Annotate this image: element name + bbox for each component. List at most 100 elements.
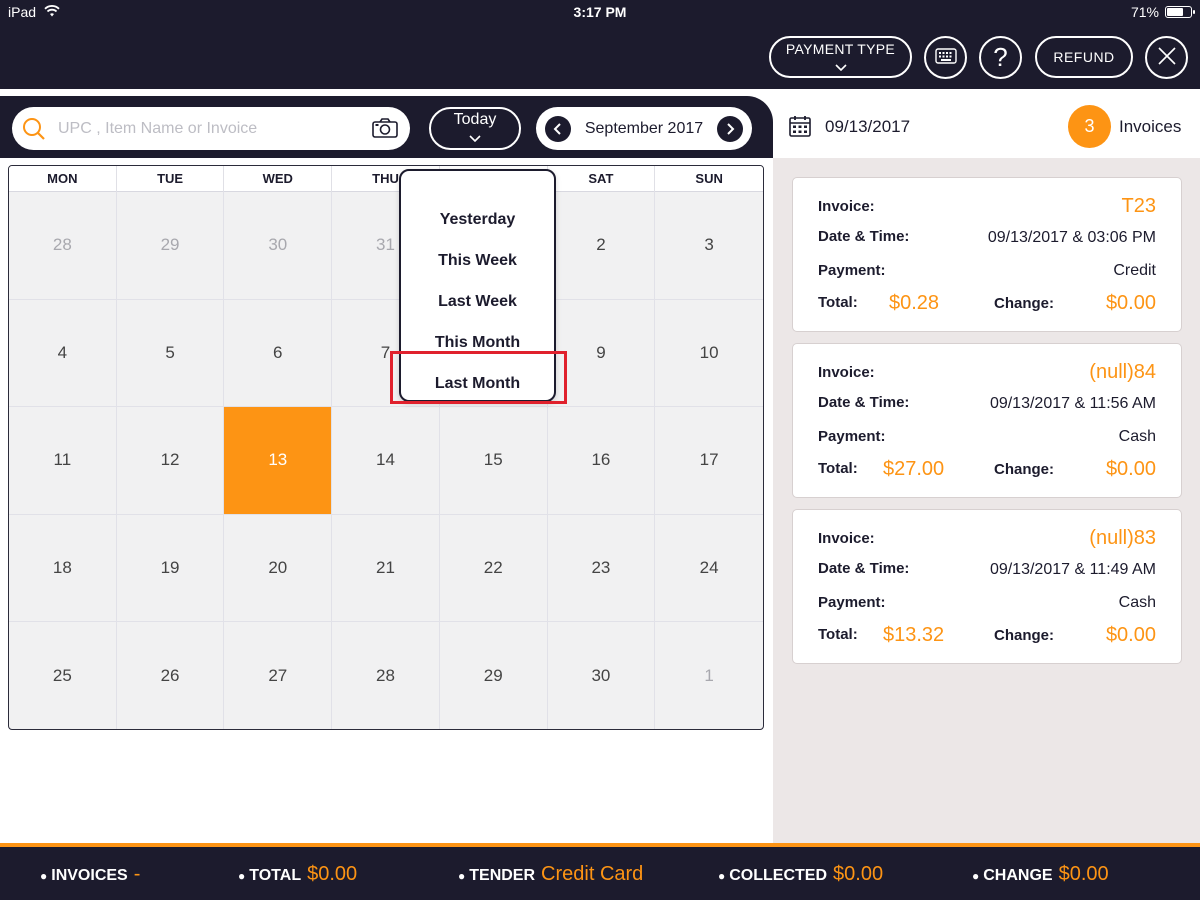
calendar-day[interactable]: 2 [547, 192, 656, 300]
clock: 3:17 PM [573, 4, 627, 20]
battery-percent: 71% [1130, 4, 1159, 20]
weekday-sat: SAT [548, 166, 656, 192]
payment-label: Payment: [818, 428, 886, 445]
invoice-label: Invoice: [818, 364, 875, 381]
total-label: Total: [818, 626, 858, 643]
invoice-count-badge: 3 [1068, 105, 1111, 148]
date-range-button[interactable]: Today [429, 107, 521, 150]
invoice-label: Invoice: [818, 198, 875, 215]
calendar-day[interactable]: 5 [116, 299, 225, 408]
dropdown-item-yesterday[interactable]: Yesterday [401, 199, 554, 240]
calendar-day[interactable]: 12 [116, 407, 225, 515]
payment-label: Payment: [818, 594, 886, 611]
payment-type-button[interactable]: PAYMENT TYPE [769, 36, 912, 78]
calendar-day[interactable]: 15 [439, 407, 548, 515]
selected-date: 09/13/2017 [825, 117, 911, 136]
calendar-day[interactable]: 9 [547, 299, 656, 408]
keyboard-icon [934, 48, 957, 67]
calendar-day[interactable]: 21 [332, 514, 440, 623]
calendar-day[interactable]: 20 [224, 514, 333, 623]
calendar-day[interactable]: 28 [332, 622, 440, 729]
invoice-number: (null)84 [1089, 361, 1156, 383]
search-input[interactable] [58, 107, 358, 150]
invoice-total: $27.00 [883, 458, 945, 480]
calendar-day[interactable]: 29 [116, 192, 225, 300]
summary-total-value: $0.00 [307, 863, 358, 885]
calendar-day[interactable]: 27 [224, 622, 333, 729]
help-button[interactable]: ? [979, 36, 1022, 79]
invoice-number: (null)83 [1089, 527, 1156, 549]
help-label: ? [993, 42, 1008, 72]
calendar-day[interactable]: 11 [9, 407, 117, 515]
search-box[interactable] [12, 107, 410, 150]
calendar-day[interactable]: 30 [547, 622, 656, 729]
invoice-payment: Credit [1113, 262, 1156, 279]
calendar-day[interactable]: 18 [9, 514, 117, 623]
calendar-day[interactable]: 28 [9, 192, 117, 300]
weekday-tue: TUE [117, 166, 225, 192]
invoice-payment: Cash [1118, 428, 1156, 445]
calendar-day[interactable]: 25 [9, 622, 117, 729]
calendar-day-today[interactable]: 13 [224, 407, 333, 515]
calendar-day[interactable]: 3 [655, 192, 763, 300]
invoice-card[interactable]: Invoice: (null)84 Date & Time: 09/13/2017 &… [792, 343, 1182, 498]
camera-icon[interactable] [372, 118, 398, 143]
calendar-day[interactable]: 22 [439, 514, 548, 623]
date-time-label: Date & Time: [818, 394, 910, 411]
calendar-day[interactable]: 19 [116, 514, 225, 623]
month-navigator: September 2017 [536, 107, 752, 150]
invoice-date-time: 09/13/2017 & 11:49 AM [989, 561, 1156, 578]
calendar-day[interactable]: 30 [224, 192, 333, 300]
invoice-date-time: 09/13/2017 & 03:06 PM [987, 229, 1156, 246]
calendar-day[interactable]: 4 [9, 299, 117, 408]
calendar-grid: 2829303112345678910111213141516171819202… [9, 192, 763, 729]
close-button[interactable] [1145, 36, 1188, 79]
calendar-day[interactable]: 24 [655, 515, 763, 623]
invoice-card[interactable]: Invoice: (null)83 Date & Time: 09/13/2017 &… [792, 509, 1182, 664]
summary-invoices: ● INVOICES - [40, 863, 141, 885]
weekday-wed: WED [224, 166, 333, 192]
keyboard-button[interactable] [924, 36, 967, 79]
calendar-day[interactable]: 6 [224, 299, 333, 408]
calendar-day[interactable]: 23 [547, 514, 656, 623]
invoice-number: T23 [1121, 195, 1156, 217]
change-label: Change: [994, 627, 1054, 644]
invoice-card[interactable]: Invoice: T23 Date & Time: 09/13/2017 & 03:0… [792, 177, 1182, 332]
refund-button[interactable]: REFUND [1035, 36, 1133, 78]
summary-bar: ● INVOICES - ● TOTAL $0.00 ● TENDER Cred… [0, 843, 1200, 900]
previous-month-button[interactable] [545, 115, 571, 142]
calendar-day[interactable]: 17 [655, 407, 763, 515]
date-range-label: Today [453, 110, 497, 128]
invoice-payment: Cash [1118, 594, 1156, 611]
battery-icon [1165, 6, 1195, 18]
dropdown-item-last-month[interactable]: Last Month [401, 363, 554, 404]
calendar-day[interactable]: 26 [116, 622, 225, 729]
summary-tender-label: TENDER [469, 867, 536, 884]
summary-change: ● CHANGE $0.00 [972, 863, 1109, 885]
summary-collected: ● COLLECTED $0.00 [718, 863, 884, 885]
calendar-day[interactable]: 29 [439, 622, 548, 729]
invoice-list: Invoice: T23 Date & Time: 09/13/2017 & 03:0… [773, 158, 1200, 843]
summary-tender: ● TENDER Credit Card [458, 863, 644, 885]
date-time-label: Date & Time: [818, 228, 910, 245]
dropdown-item-last-week[interactable]: Last Week [401, 281, 554, 322]
summary-invoices-label: INVOICES [51, 867, 128, 884]
calendar-day[interactable]: 16 [547, 407, 656, 515]
dropdown-item-this-month[interactable]: This Month [401, 322, 554, 363]
invoice-total: $13.32 [883, 624, 945, 646]
battery-level [1167, 8, 1183, 16]
calendar-icon[interactable] [789, 115, 811, 142]
dropdown-item-this-week[interactable]: This Week [401, 240, 554, 281]
weekday-mon: MON [9, 166, 117, 192]
summary-change-label: CHANGE [983, 867, 1053, 884]
total-label: Total: [818, 460, 858, 477]
calendar-day[interactable]: 1 [655, 622, 763, 729]
summary-invoices-value: - [133, 863, 141, 885]
total-label: Total: [818, 294, 858, 311]
next-month-button[interactable] [717, 115, 743, 142]
invoice-total: $0.28 [889, 292, 940, 314]
calendar-day[interactable]: 14 [332, 407, 440, 515]
invoice-date-time: 09/13/2017 & 11:56 AM [989, 395, 1156, 412]
summary-collected-label: COLLECTED [729, 867, 828, 884]
calendar-day[interactable]: 10 [655, 300, 763, 408]
